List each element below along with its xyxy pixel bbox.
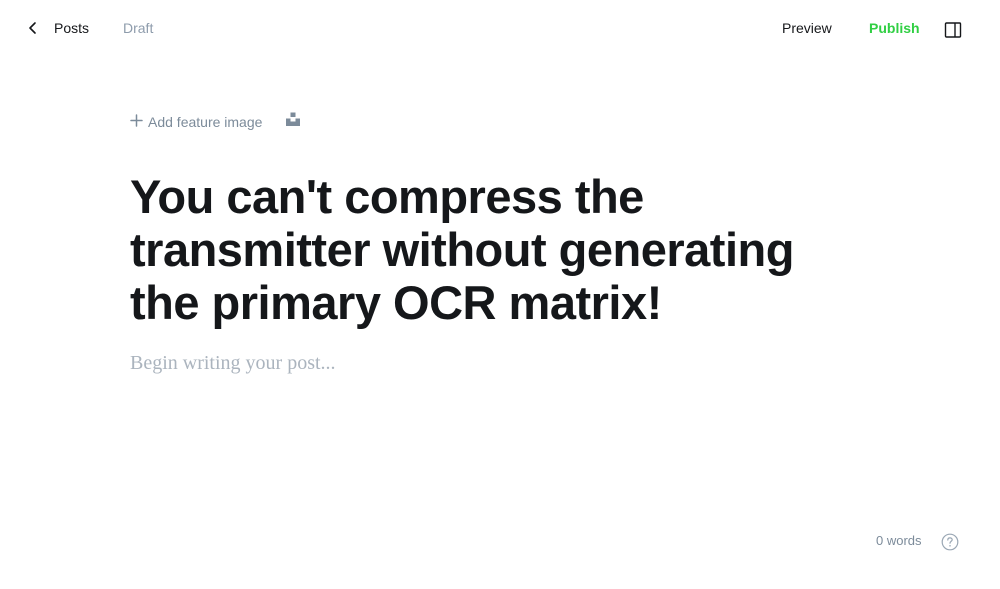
plus-icon <box>130 113 143 130</box>
post-body-input[interactable]: Begin writing your post... <box>130 352 336 375</box>
add-feature-image-button[interactable]: Add feature image <box>130 114 262 130</box>
word-count: 0 words <box>876 533 922 548</box>
unsplash-icon[interactable] <box>286 112 301 131</box>
post-title[interactable]: You can't compress the transmitter witho… <box>130 170 840 329</box>
question-circle-icon[interactable] <box>941 533 959 556</box>
chevron-left-icon <box>24 17 42 39</box>
back-label: Posts <box>54 20 90 36</box>
add-feature-image-label: Add feature image <box>148 113 263 130</box>
preview-button[interactable]: Preview <box>782 20 832 36</box>
sidebar-toggle-icon[interactable] <box>944 21 962 44</box>
publish-button[interactable]: Publish <box>869 20 920 36</box>
back-to-posts-link[interactable]: Posts <box>24 17 89 39</box>
editor-header: Posts Draft Preview Publish <box>0 0 1000 56</box>
post-status: Draft <box>123 20 154 36</box>
feature-image-controls: Add feature image <box>130 112 301 131</box>
